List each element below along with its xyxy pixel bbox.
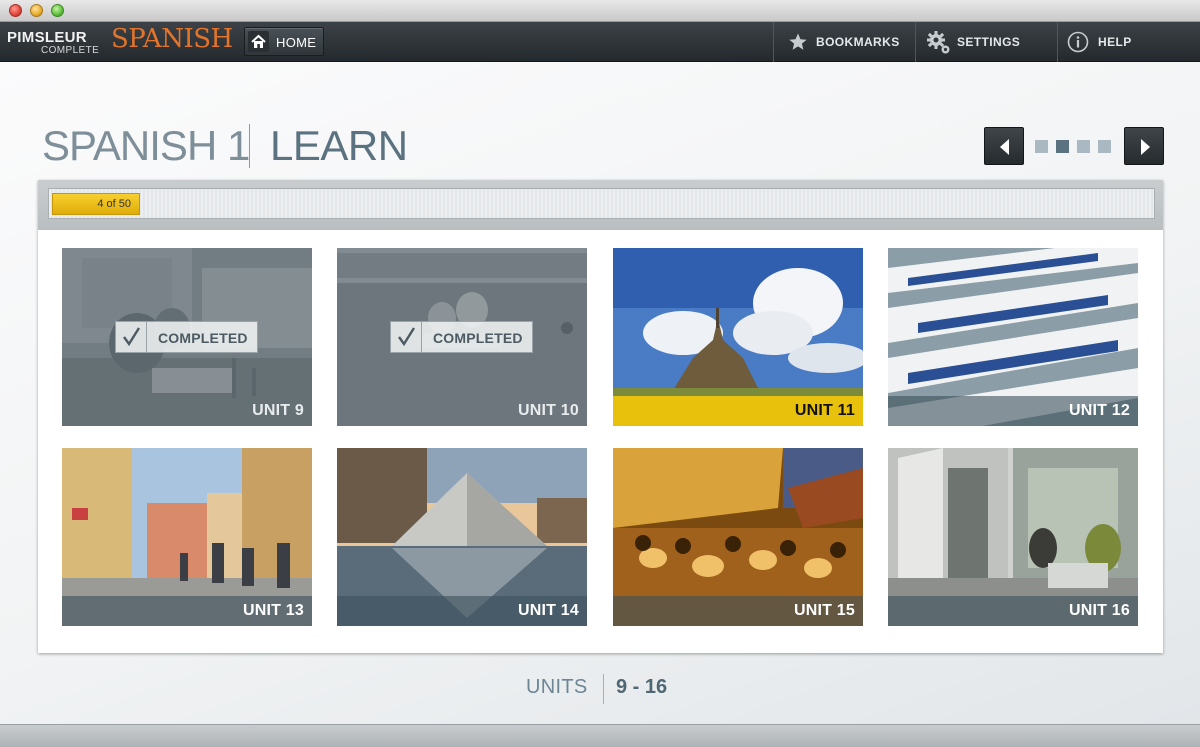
course-title: SPANISH 1 xyxy=(42,122,250,169)
main-content: SPANISH 1 LEARN 4 of 50 COMPLETED UNIT 9… xyxy=(0,62,1200,724)
unit-tile-16[interactable]: UNIT 16 xyxy=(888,448,1138,626)
unit-tile-12[interactable]: UNIT 12 xyxy=(888,248,1138,426)
unit-tile-14[interactable]: UNIT 14 xyxy=(337,448,587,626)
unit-label: UNIT 14 xyxy=(518,602,579,619)
unit-tile-9[interactable]: COMPLETED UNIT 9 xyxy=(62,248,312,426)
settings-button[interactable]: SETTINGS xyxy=(915,22,1058,62)
bookmarks-button[interactable]: BOOKMARKS xyxy=(773,22,916,62)
unit-tile-13[interactable]: UNIT 13 xyxy=(62,448,312,626)
title-divider xyxy=(249,124,250,168)
gear-icon xyxy=(926,30,952,61)
checkmark-icon xyxy=(116,322,147,352)
course-progress-fill: 4 of 50 xyxy=(52,193,140,215)
footer-divider xyxy=(603,674,604,704)
completed-badge: COMPLETED xyxy=(390,321,533,353)
help-label: HELP xyxy=(1098,35,1132,49)
unit-tile-15[interactable]: UNIT 15 xyxy=(613,448,863,626)
logo-language: SPANISH xyxy=(111,24,233,54)
units-range: 9 - 16 xyxy=(616,676,668,698)
unit-label: UNIT 11 xyxy=(794,402,855,419)
completed-label: COMPLETED xyxy=(158,330,248,346)
settings-label: SETTINGS xyxy=(957,35,1021,49)
info-icon xyxy=(1067,31,1089,58)
units-panel: 4 of 50 COMPLETED UNIT 9 COMPLETED UNIT … xyxy=(38,180,1163,653)
unit-tile-11[interactable]: UNIT 11 xyxy=(613,248,863,426)
previous-page-button[interactable] xyxy=(984,127,1024,165)
mode-title: LEARN xyxy=(270,122,408,169)
completed-badge: COMPLETED xyxy=(115,321,258,353)
home-label: HOME xyxy=(276,35,317,50)
next-page-button[interactable] xyxy=(1124,127,1164,165)
home-icon xyxy=(248,31,269,52)
page-indicator-dot[interactable] xyxy=(1056,140,1069,153)
home-button[interactable]: HOME xyxy=(244,27,324,56)
window-minimize-button[interactable] xyxy=(30,4,43,17)
chevron-left-icon xyxy=(997,138,1013,161)
window-close-button[interactable] xyxy=(9,4,22,17)
unit-tile-10[interactable]: COMPLETED UNIT 10 xyxy=(337,248,587,426)
page-indicator-dot[interactable] xyxy=(1077,140,1090,153)
logo-brand: PIMSLEUR xyxy=(7,29,87,46)
window-titlebar xyxy=(0,0,1200,22)
course-progress-track: 4 of 50 xyxy=(48,188,1155,219)
page-indicator-dot[interactable] xyxy=(1035,140,1048,153)
progress-label: 4 of 50 xyxy=(97,198,131,210)
window-bottom-bar xyxy=(0,724,1200,747)
unit-label: UNIT 9 xyxy=(252,402,304,419)
app-header: PIMSLEUR COMPLETE SPANISH HOME BOOKMARKS xyxy=(0,22,1200,62)
page-indicator-dot[interactable] xyxy=(1098,140,1111,153)
help-button[interactable]: HELP xyxy=(1057,22,1200,62)
unit-label: UNIT 12 xyxy=(1069,402,1130,419)
star-icon xyxy=(788,32,808,57)
chevron-right-icon xyxy=(1137,138,1153,161)
unit-label: UNIT 15 xyxy=(794,602,855,619)
bookmarks-label: BOOKMARKS xyxy=(816,35,900,49)
unit-label: UNIT 10 xyxy=(518,402,579,419)
completed-label: COMPLETED xyxy=(433,330,523,346)
unit-label: UNIT 16 xyxy=(1069,602,1130,619)
unit-label: UNIT 13 xyxy=(243,602,304,619)
checkmark-icon xyxy=(391,322,422,352)
units-range-label: UNITS xyxy=(526,676,588,698)
progress-bar-container: 4 of 50 xyxy=(38,180,1163,230)
window-zoom-button[interactable] xyxy=(51,4,64,17)
logo-edition: COMPLETE xyxy=(41,45,100,56)
